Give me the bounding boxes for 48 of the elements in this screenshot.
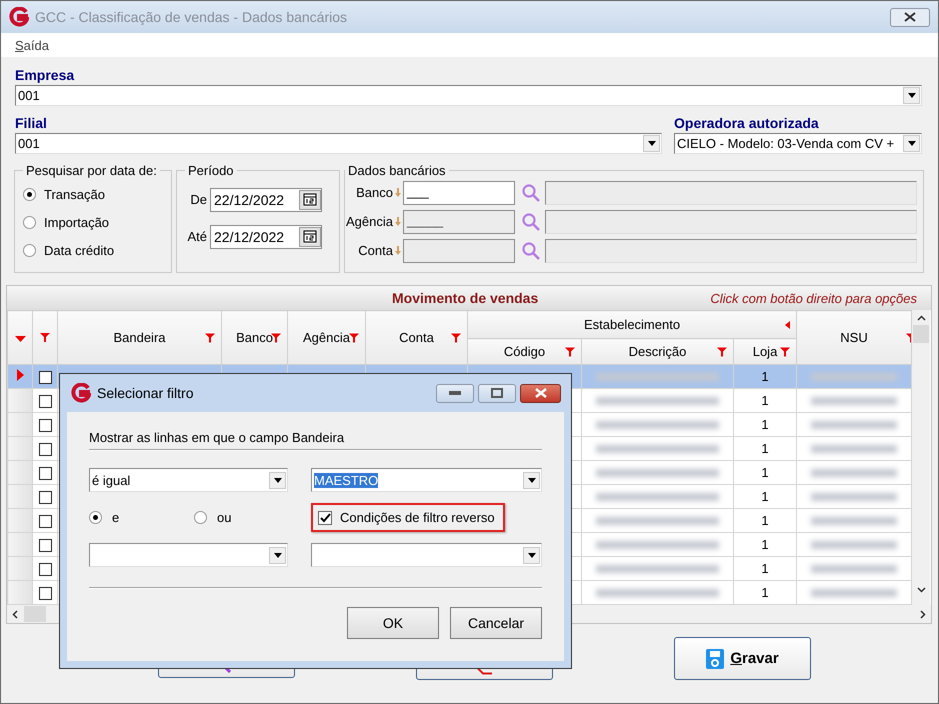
save-button[interactable]: Gravar — [674, 637, 811, 680]
column-header[interactable]: Loja — [734, 338, 797, 364]
table-cell: 1 — [734, 508, 797, 532]
date-field[interactable]: 22/12/2022 — [210, 224, 322, 248]
field-label: Operadora autorizada — [674, 115, 820, 133]
group-title: Período — [187, 163, 235, 178]
field-label: De — [189, 192, 207, 207]
field-label: Agência — [345, 214, 393, 229]
column-header[interactable]: Banco — [222, 310, 288, 364]
table-cell: 1 — [734, 556, 797, 580]
reverse-filter-checkbox[interactable]: Condições de filtro reverso — [311, 503, 505, 532]
table-cell: 1 — [734, 412, 797, 436]
window-title: GCC - Classificação de vendas - Dados bancários — [35, 9, 348, 25]
table-cell: 1 — [734, 460, 797, 484]
field-label: Empresa — [15, 67, 76, 85]
table-cell: 1 — [734, 388, 797, 412]
operator-dropdown[interactable]: é igual — [89, 468, 288, 492]
menu-item[interactable]: Saída — [15, 38, 49, 52]
date-field[interactable]: 22/12/2022 — [210, 188, 322, 212]
radio-option[interactable]: Data crédito — [23, 236, 163, 264]
column-header[interactable]: Descrição — [582, 338, 734, 364]
column-header[interactable]: Conta — [366, 310, 468, 364]
group-title: Dados bancários — [347, 163, 447, 178]
dialog-button[interactable]: Cancelar — [450, 607, 542, 639]
column-header[interactable]: Estabelecimento — [468, 310, 797, 338]
column-header[interactable]: Código — [468, 338, 582, 364]
column-header[interactable]: Bandeira — [58, 310, 222, 364]
column-header[interactable]: Agência — [288, 310, 366, 364]
field-label: Filial — [15, 115, 48, 133]
dialog-button[interactable]: OK — [347, 607, 439, 639]
value-dropdown[interactable]: MAESTRO — [311, 468, 542, 492]
field-label: Conta — [357, 243, 393, 258]
radio-option[interactable]: Transação — [23, 180, 163, 208]
field-label: Até — [186, 229, 207, 244]
radio-option[interactable]: Importação — [23, 208, 163, 236]
company-dropdown[interactable]: 001 — [15, 85, 922, 106]
field-label: Banco — [355, 185, 393, 200]
grid-title: Movimento de vendas — [392, 290, 538, 306]
group-title: Pesquisar por data de: — [25, 163, 158, 178]
table-cell: 1 — [734, 364, 797, 388]
column-header[interactable]: NSU — [796, 310, 912, 364]
table-cell: 1 — [734, 436, 797, 460]
input-field[interactable]: ___ — [403, 180, 515, 204]
table-cell: 1 — [734, 532, 797, 556]
grid-hint: Click com botão direito para opções — [710, 290, 917, 306]
table-cell: 1 — [734, 484, 797, 508]
operator-dropdown[interactable]: CIELO - Modelo: 03-Venda com CV + — [674, 133, 922, 154]
branch-dropdown[interactable]: 001 — [15, 133, 662, 154]
